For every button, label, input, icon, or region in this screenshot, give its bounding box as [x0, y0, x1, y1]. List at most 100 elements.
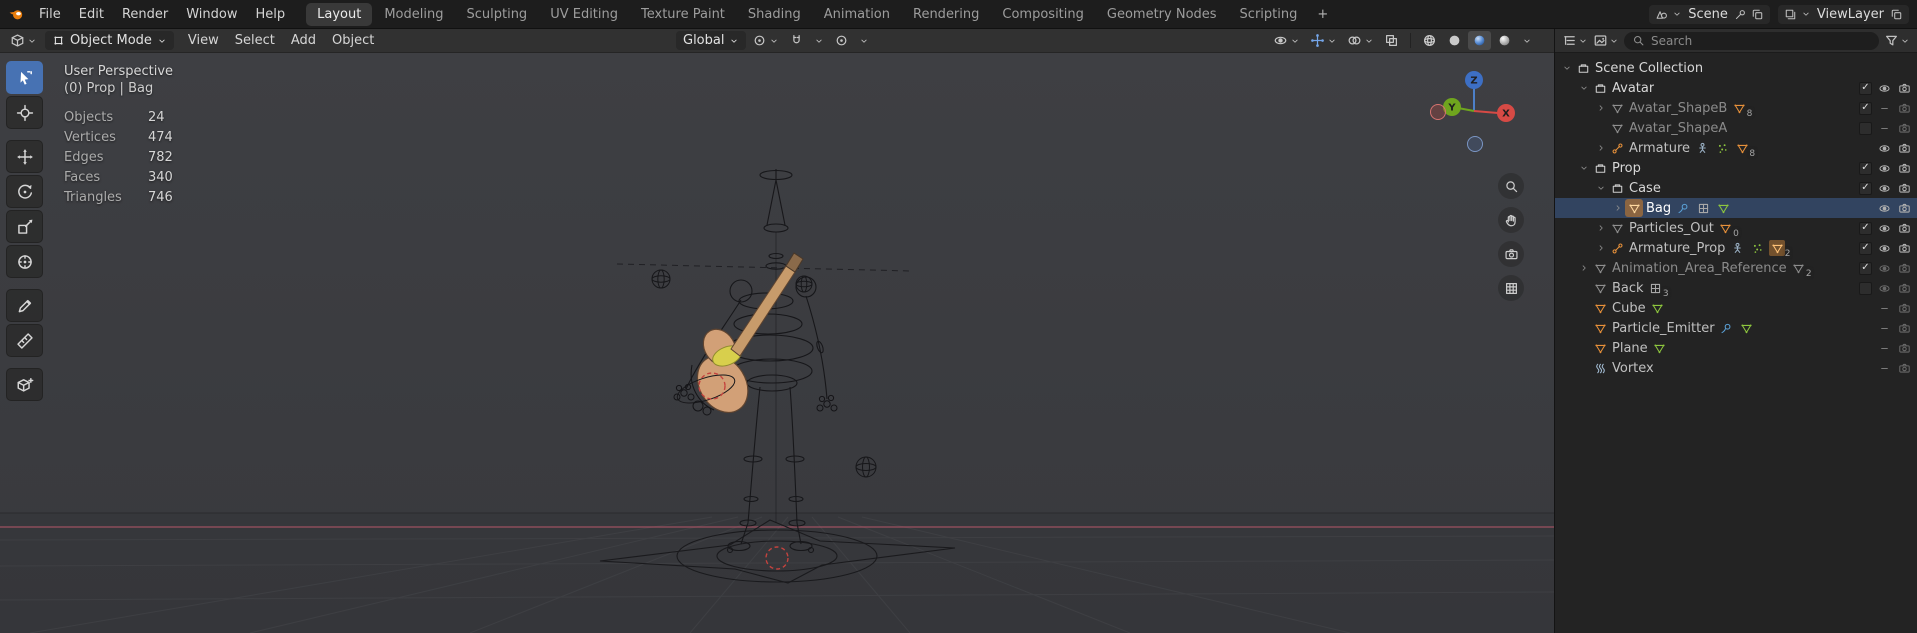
search-input[interactable]	[1651, 34, 1871, 48]
outliner-row-scene-collection[interactable]: Scene Collection	[1555, 58, 1917, 78]
menu-edit[interactable]: Edit	[70, 3, 113, 26]
exclude-checkbox[interactable]: ✓	[1859, 222, 1872, 235]
disabled-eye-dash-icon[interactable]	[1876, 100, 1892, 116]
outliner-search[interactable]	[1624, 32, 1879, 50]
pose-badge-icon[interactable]	[1694, 140, 1710, 156]
add-workspace-button[interactable]: +	[1309, 3, 1336, 26]
collapse-chevron-icon[interactable]	[1559, 63, 1574, 73]
collection-icon[interactable]	[1591, 159, 1609, 177]
exclude-checkbox[interactable]: ✓	[1859, 82, 1872, 95]
render-camera-icon[interactable]	[1896, 80, 1912, 96]
particles-badge-icon[interactable]	[1714, 140, 1730, 156]
disabled-eye-dash-icon[interactable]	[1876, 340, 1892, 356]
outliner-row-object-cube[interactable]: Cube	[1555, 298, 1917, 318]
shading-options-dropdown[interactable]	[1518, 34, 1536, 48]
exclude-checkbox[interactable]: ✓	[1859, 182, 1872, 195]
outliner-row-collection-prop[interactable]: Prop✓	[1555, 158, 1917, 178]
proportional-editing-toggle[interactable]	[830, 31, 853, 50]
render-camera-icon[interactable]	[1896, 280, 1912, 296]
render-camera-icon[interactable]	[1896, 240, 1912, 256]
menu-render[interactable]: Render	[113, 3, 177, 26]
disabled-eye-dash-icon[interactable]	[1876, 120, 1892, 136]
disabled-eye-dash-icon[interactable]	[1876, 300, 1892, 316]
outliner-row-object-armature[interactable]: Armature8	[1555, 138, 1917, 158]
tri-orange-badge-icon[interactable]: 8	[1731, 100, 1747, 116]
particles-badge-icon[interactable]	[1749, 240, 1765, 256]
render-camera-icon[interactable]	[1896, 180, 1912, 196]
tri-green-badge-icon[interactable]	[1739, 320, 1755, 336]
disabled-eye-dash-icon[interactable]	[1876, 360, 1892, 376]
tri-green-badge-icon[interactable]	[1715, 200, 1731, 216]
viewport-menu-object[interactable]: Object	[324, 30, 382, 51]
hide-eye-icon[interactable]	[1876, 260, 1892, 276]
tri-orange-badge-icon[interactable]: 8	[1734, 140, 1750, 156]
shading-rendered-button[interactable]	[1493, 31, 1516, 50]
new-scene-icon[interactable]	[1751, 8, 1764, 21]
shading-material-button[interactable]	[1468, 31, 1491, 50]
cursor-tool[interactable]	[6, 96, 43, 129]
navigation-gizmo[interactable]: Z Y X	[1428, 65, 1520, 157]
collection-icon[interactable]	[1608, 179, 1626, 197]
outliner-row-object-particles-out[interactable]: Particles_Out0✓	[1555, 218, 1917, 238]
tri-dim-badge-icon[interactable]: 2	[1791, 260, 1807, 276]
mod-grid-badge-icon[interactable]: 3	[1648, 280, 1664, 296]
hide-eye-icon[interactable]	[1876, 140, 1892, 156]
expand-chevron-icon[interactable]	[1593, 143, 1608, 153]
viewport-menu-view[interactable]: View	[180, 30, 227, 51]
rotate-tool[interactable]	[6, 175, 43, 208]
mesh-icon[interactable]	[1591, 299, 1609, 317]
render-camera-icon[interactable]	[1896, 160, 1912, 176]
pan-hand-button[interactable]	[1498, 207, 1524, 233]
add-cube-tool[interactable]	[6, 368, 43, 401]
mesh-dim-icon[interactable]	[1608, 119, 1626, 137]
transform-tool[interactable]	[6, 245, 43, 278]
gizmo-x-neg-axis[interactable]	[1431, 105, 1446, 120]
forcefield-icon[interactable]	[1591, 359, 1609, 377]
mesh-dim-icon[interactable]	[1591, 279, 1609, 297]
outliner-row-object-plane[interactable]: Plane	[1555, 338, 1917, 358]
menu-help[interactable]: Help	[247, 3, 295, 26]
exclude-checkbox[interactable]	[1859, 122, 1872, 135]
workspace-tab-compositing[interactable]: Compositing	[991, 3, 1095, 26]
show-overlays-toggle[interactable]	[1343, 31, 1378, 50]
xray-toggle[interactable]	[1380, 31, 1403, 50]
expand-chevron-icon[interactable]	[1593, 103, 1608, 113]
viewport-canvas[interactable]: User Perspective (0) Prop | Bag Objects2…	[0, 53, 1554, 633]
workspace-tab-animation[interactable]: Animation	[813, 3, 901, 26]
mesh-icon[interactable]	[1591, 319, 1609, 337]
render-camera-icon[interactable]	[1896, 140, 1912, 156]
exclude-checkbox[interactable]: ✓	[1859, 162, 1872, 175]
collapse-chevron-icon[interactable]	[1576, 163, 1591, 173]
tri-green-badge-icon[interactable]	[1652, 340, 1668, 356]
collapse-chevron-icon[interactable]	[1576, 83, 1591, 93]
workspace-tab-uv-editing[interactable]: UV Editing	[539, 3, 629, 26]
scale-tool[interactable]	[6, 210, 43, 243]
physics-badge-icon[interactable]	[1675, 200, 1691, 216]
mesh-icon[interactable]	[1591, 339, 1609, 357]
collapse-chevron-icon[interactable]	[1593, 183, 1608, 193]
render-camera-icon[interactable]	[1896, 200, 1912, 216]
render-camera-icon[interactable]	[1896, 360, 1912, 376]
outliner-row-object-avatar-shapeb[interactable]: Avatar_ShapeB8✓	[1555, 98, 1917, 118]
armature-icon[interactable]	[1608, 239, 1626, 257]
shading-wireframe-button[interactable]	[1418, 31, 1441, 50]
armature-icon[interactable]	[1608, 139, 1626, 157]
blender-logo-icon[interactable]	[8, 6, 24, 22]
collection-icon[interactable]	[1574, 59, 1592, 77]
mod-grid-badge-icon[interactable]	[1695, 200, 1711, 216]
zoom-button[interactable]	[1498, 173, 1524, 199]
falloff-dropdown[interactable]	[855, 34, 873, 48]
filter-dropdown[interactable]	[1884, 33, 1910, 48]
workspace-tab-shading[interactable]: Shading	[737, 3, 812, 26]
render-camera-icon[interactable]	[1896, 120, 1912, 136]
annotate-tool[interactable]	[6, 289, 43, 322]
outliner-row-object-back[interactable]: Back3	[1555, 278, 1917, 298]
hide-eye-icon[interactable]	[1876, 80, 1892, 96]
workspace-tab-modeling[interactable]: Modeling	[373, 3, 454, 26]
exclude-checkbox[interactable]: ✓	[1859, 102, 1872, 115]
pin-icon[interactable]	[1734, 8, 1747, 21]
shading-solid-button[interactable]	[1443, 31, 1466, 50]
tri-green-badge-icon[interactable]	[1650, 300, 1666, 316]
new-viewlayer-icon[interactable]	[1890, 8, 1903, 21]
pivot-dropdown[interactable]	[748, 31, 783, 50]
